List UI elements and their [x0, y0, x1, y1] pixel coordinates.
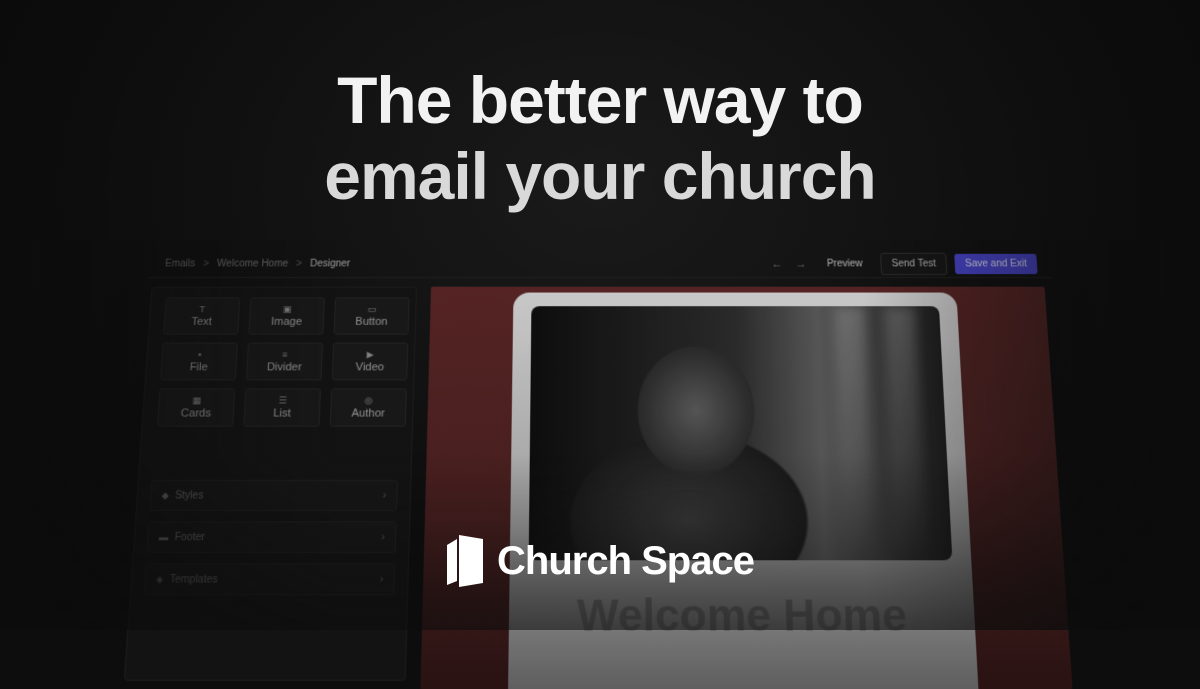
preview-button[interactable]: Preview — [817, 254, 873, 274]
file-icon: ▪ — [198, 350, 202, 360]
block-label: Button — [355, 316, 388, 328]
chevron-right-icon: › — [380, 574, 384, 586]
video-icon: ▶ — [367, 350, 374, 360]
designer-sidebar: T Text ▣ Image ▭ Button ▪ File ≡ Divider… — [124, 287, 417, 681]
email-hero-image[interactable] — [529, 306, 953, 560]
chevron-right-icon: › — [381, 531, 385, 543]
block-author[interactable]: ◎ Author — [330, 388, 407, 426]
text-icon: T — [199, 304, 205, 314]
stage-light — [884, 306, 927, 560]
block-label: Author — [351, 407, 385, 419]
toolbar-actions: ← → Preview Send Test Save and Exit — [768, 253, 1037, 275]
author-icon: ◎ — [364, 395, 372, 405]
designer-topbar: Emails > Welcome Home > Designer ← → Pre… — [148, 250, 1052, 278]
block-cards[interactable]: ▦ Cards — [157, 388, 235, 426]
block-image[interactable]: ▣ Image — [248, 297, 325, 334]
block-label: Divider — [267, 361, 302, 373]
breadcrumb-item-designer: Designer — [310, 259, 351, 270]
headline-line-1: The better way to — [0, 62, 1200, 138]
headline-line-2: email your church — [0, 138, 1200, 214]
breadcrumb-separator: > — [296, 259, 302, 270]
templates-icon: ◈ — [156, 574, 164, 586]
styles-icon: ◆ — [161, 490, 169, 501]
undo-icon[interactable]: ← — [769, 258, 785, 270]
panel-label: Styles — [175, 490, 204, 501]
block-text[interactable]: T Text — [163, 297, 240, 334]
church-space-logo-icon — [447, 535, 483, 587]
send-test-button[interactable]: Send Test — [880, 253, 948, 275]
breadcrumb-separator: > — [203, 259, 210, 270]
chevron-right-icon: › — [382, 490, 386, 501]
block-file[interactable]: ▪ File — [160, 343, 238, 381]
block-button[interactable]: ▭ Button — [333, 297, 409, 334]
brand-name: Church Space — [497, 539, 754, 584]
panel-label: Footer — [174, 531, 205, 543]
content-blocks-grid: T Text ▣ Image ▭ Button ▪ File ≡ Divider… — [142, 288, 416, 437]
breadcrumb-item-emails[interactable]: Emails — [165, 259, 196, 270]
breadcrumb: Emails > Welcome Home > Designer — [165, 259, 351, 270]
breadcrumb-item-welcome-home[interactable]: Welcome Home — [217, 259, 289, 270]
image-icon: ▣ — [283, 304, 292, 314]
headline: The better way to email your church — [0, 62, 1200, 214]
block-list[interactable]: ☰ List — [243, 388, 321, 426]
footer-icon: ▬ — [159, 532, 169, 542]
redo-icon[interactable]: → — [793, 258, 809, 270]
block-video[interactable]: ▶ Video — [332, 343, 409, 381]
list-icon: ☰ — [278, 395, 287, 405]
stage-light — [834, 306, 875, 560]
panel-label: Templates — [169, 574, 218, 586]
brand-logo: Church Space — [447, 535, 754, 587]
divider-icon: ≡ — [282, 350, 288, 360]
email-canvas[interactable]: Welcome Home — [420, 287, 1072, 689]
block-label: List — [273, 407, 291, 419]
settings-panels: ◆ Styles › ▬ Footer › ◈ Templates › — [131, 480, 411, 595]
block-divider[interactable]: ≡ Divider — [246, 343, 323, 381]
save-and-exit-button[interactable]: Save and Exit — [954, 254, 1037, 274]
email-designer-app: Emails > Welcome Home > Designer ← → Pre… — [119, 250, 1080, 681]
block-label: File — [189, 361, 208, 373]
button-icon: ▭ — [367, 304, 376, 314]
panel-footer[interactable]: ▬ Footer › — [146, 521, 396, 552]
block-label: Text — [191, 316, 212, 328]
cards-icon: ▦ — [192, 395, 201, 405]
panel-templates[interactable]: ◈ Templates › — [143, 563, 395, 595]
block-label: Cards — [180, 407, 211, 419]
block-label: Image — [271, 316, 302, 328]
block-label: Video — [355, 361, 384, 373]
email-heading[interactable]: Welcome Home — [528, 590, 957, 642]
panel-styles[interactable]: ◆ Styles › — [149, 480, 398, 511]
